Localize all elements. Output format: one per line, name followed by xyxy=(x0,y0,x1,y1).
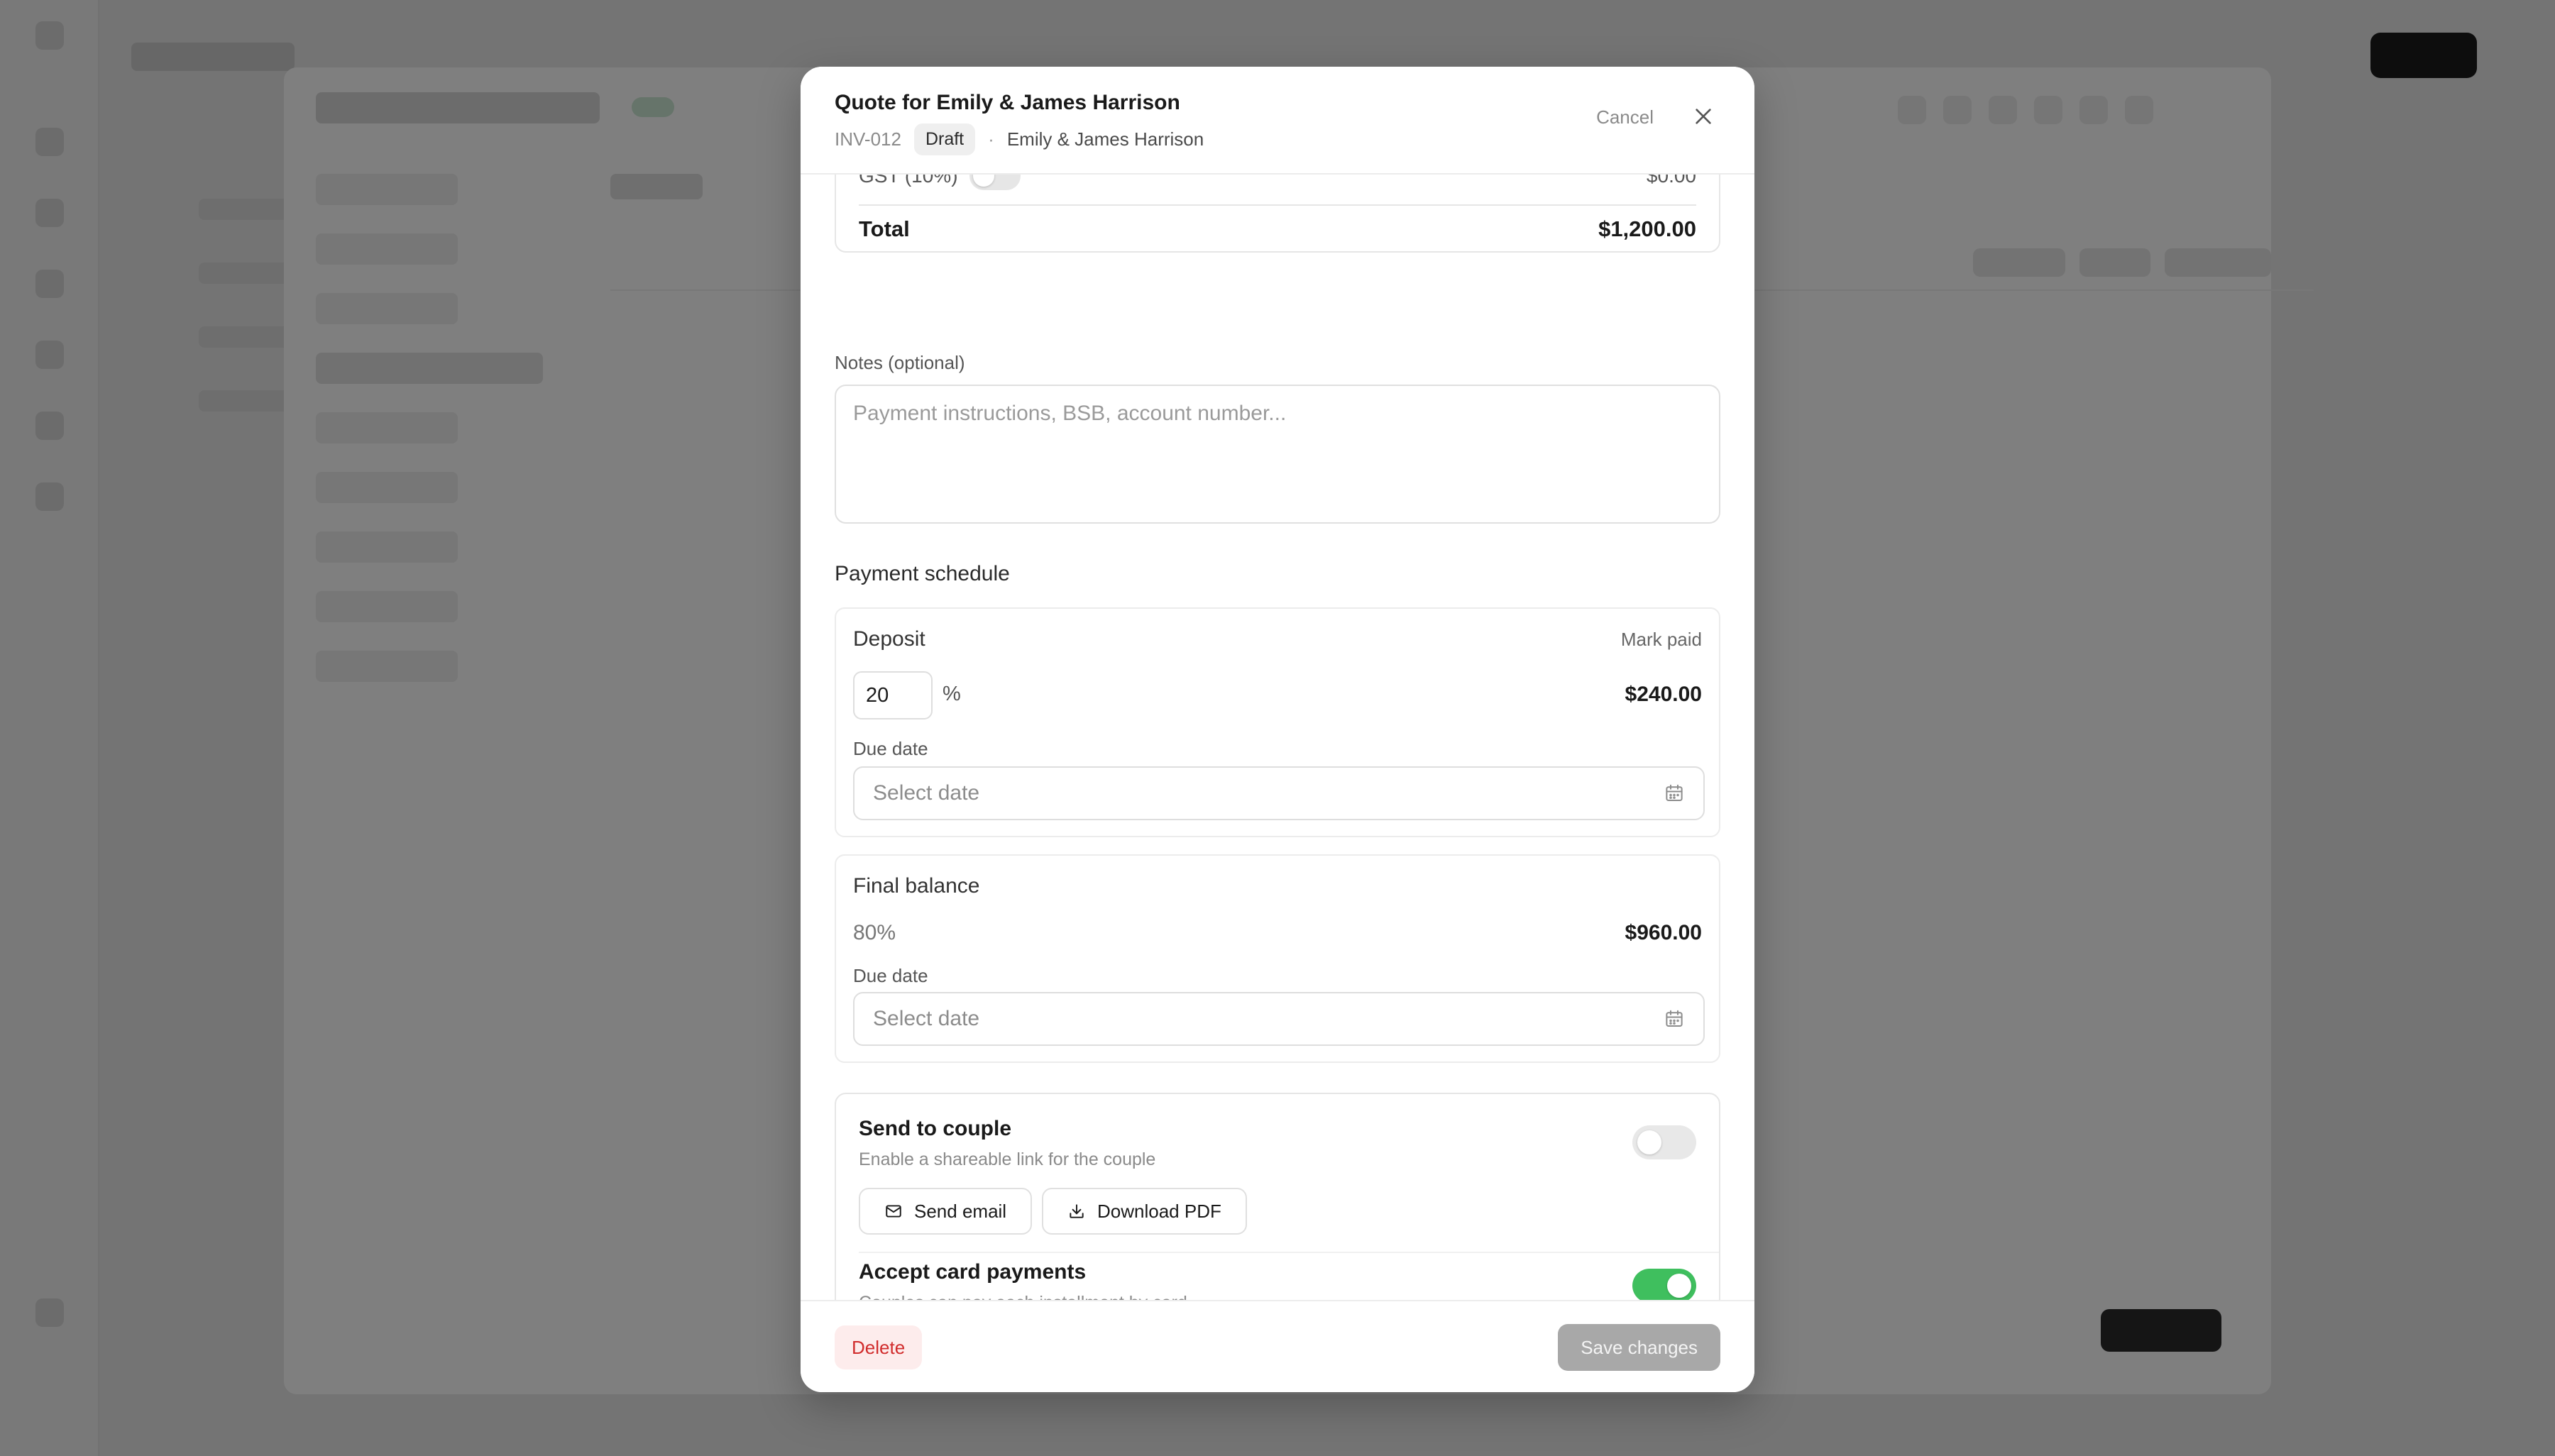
send-to-couple-title: Send to couple xyxy=(859,1117,1012,1140)
final-due-date-picker[interactable]: Select date xyxy=(853,992,1705,1046)
sharing-divider xyxy=(859,1252,1719,1253)
date-placeholder: Select date xyxy=(873,781,980,805)
modal-title: Quote for Emily & James Harrison xyxy=(835,91,1180,114)
client-name: Emily & James Harrison xyxy=(1006,128,1204,150)
cancel-button[interactable]: Cancel xyxy=(1596,106,1654,128)
modal-body[interactable]: GST (10%) $0.00 Total $1,200.00 Notes (o… xyxy=(801,175,1754,1365)
subtitle-separator: · xyxy=(988,128,994,150)
totals-divider xyxy=(859,204,1696,206)
close-icon xyxy=(1696,109,1711,124)
mark-paid-button[interactable]: Mark paid xyxy=(1621,629,1702,651)
mail-icon xyxy=(886,1205,901,1218)
deposit-due-label: Due date xyxy=(853,738,928,759)
deposit-percent-input[interactable] xyxy=(853,671,933,719)
send-to-couple-description: Enable a shareable link for the couple xyxy=(859,1149,1156,1169)
total-row: Total $1,200.00 xyxy=(859,211,1696,247)
deposit-due-date-picker[interactable]: Select date xyxy=(853,766,1705,820)
gst-value: $0.00 xyxy=(1646,175,1696,187)
modal-header: Quote for Emily & James Harrison INV-012… xyxy=(801,67,1754,175)
toggle-knob xyxy=(1637,1130,1661,1154)
send-to-couple-toggle[interactable] xyxy=(1632,1125,1696,1159)
modal-subtitle: INV-012 Draft · Emily & James Harrison xyxy=(835,123,1204,155)
gst-row: GST (10%) $0.00 xyxy=(859,175,1696,197)
payment-schedule-title: Payment schedule xyxy=(835,562,1010,585)
send-email-button[interactable]: Send email xyxy=(859,1188,1033,1235)
calendar-icon xyxy=(1666,784,1683,801)
final-due-label: Due date xyxy=(853,965,928,986)
delete-button[interactable]: Delete xyxy=(835,1325,923,1369)
final-balance-name: Final balance xyxy=(853,874,980,898)
deposit-name: Deposit xyxy=(853,627,925,651)
final-balance-percent: 80% xyxy=(853,921,896,944)
total-label: Total xyxy=(859,216,910,241)
calendar-icon xyxy=(1666,1010,1683,1027)
modal-footer: Delete Save changes xyxy=(801,1300,1754,1392)
final-balance-card: Final balance 80% $960.00 Due date Selec… xyxy=(835,854,1720,1063)
toggle-knob xyxy=(1667,1274,1691,1298)
notes-field[interactable] xyxy=(835,385,1720,524)
gst-toggle[interactable] xyxy=(969,175,1021,190)
gst-label: GST (10%) xyxy=(859,175,958,187)
notes-label: Notes (optional) xyxy=(835,352,965,373)
invoice-id: INV-012 xyxy=(835,128,901,150)
accept-card-payments-title: Accept card payments xyxy=(859,1260,1087,1284)
close-button[interactable] xyxy=(1686,99,1720,133)
date-placeholder: Select date xyxy=(873,1007,980,1030)
send-email-label: Send email xyxy=(914,1200,1007,1222)
quote-modal: Quote for Emily & James Harrison INV-012… xyxy=(801,67,1754,1392)
accept-card-payments-toggle[interactable] xyxy=(1632,1269,1696,1303)
totals-card: GST (10%) $0.00 Total $1,200.00 xyxy=(835,175,1720,253)
status-badge: Draft xyxy=(913,123,976,155)
download-pdf-label: Download PDF xyxy=(1097,1200,1221,1222)
deposit-card: Deposit Mark paid % $240.00 Due date Sel… xyxy=(835,607,1720,837)
download-pdf-button[interactable]: Download PDF xyxy=(1042,1188,1247,1235)
final-balance-amount: $960.00 xyxy=(1625,921,1702,944)
deposit-amount: $240.00 xyxy=(1625,683,1702,706)
download-icon xyxy=(1070,1204,1084,1218)
save-changes-button[interactable]: Save changes xyxy=(1558,1324,1720,1371)
total-value: $1,200.00 xyxy=(1598,216,1696,241)
percent-sign: % xyxy=(943,683,961,705)
